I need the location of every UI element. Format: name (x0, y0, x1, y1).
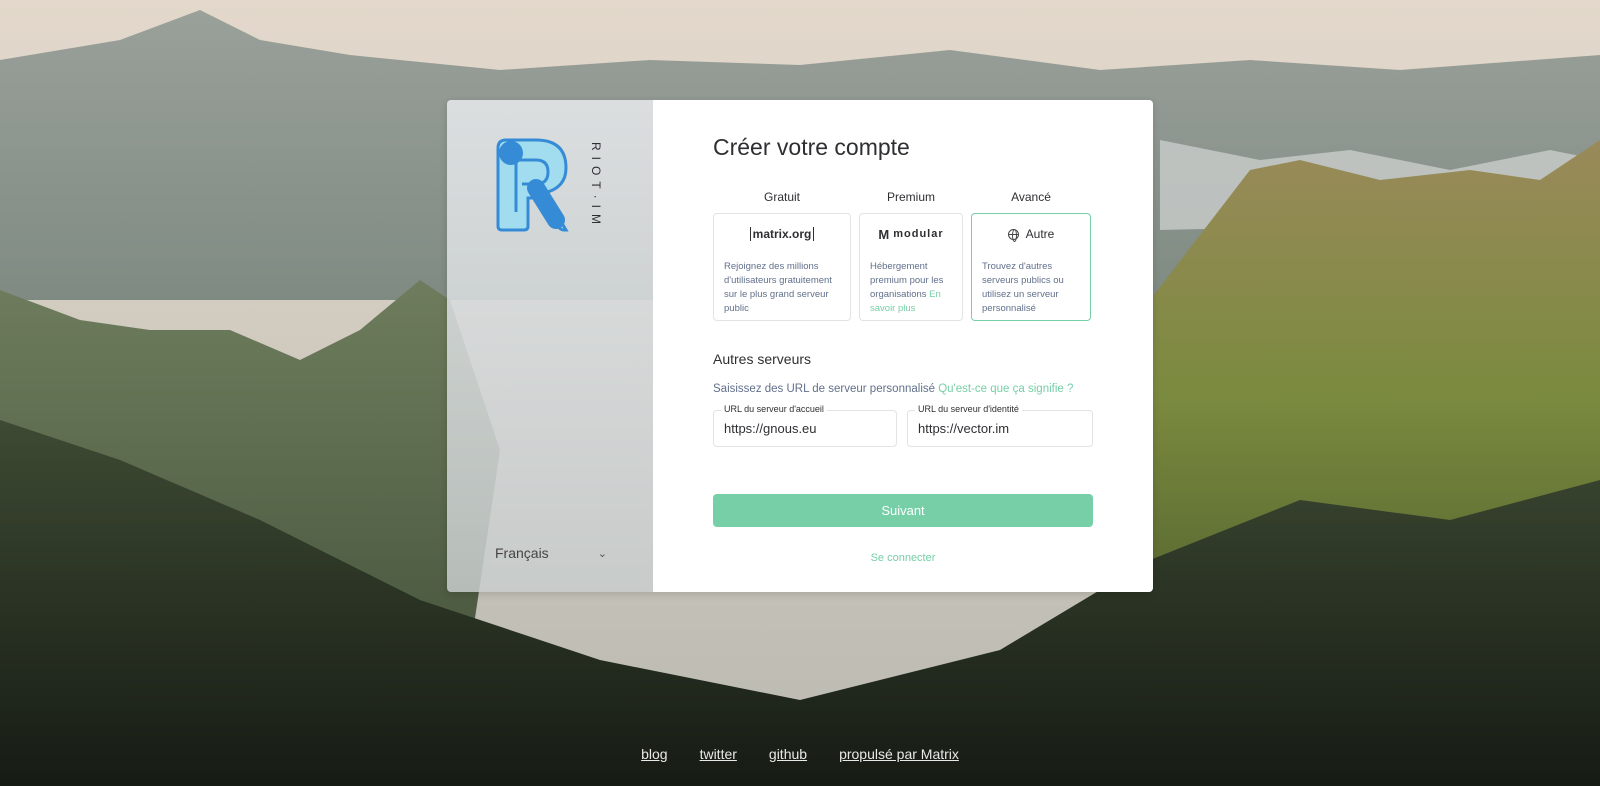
language-label: Français (495, 545, 549, 561)
plan-header-advanced: Avancé (1011, 190, 1051, 204)
modular-logo-text: modular (893, 228, 944, 240)
plan-header-premium: Premium (886, 190, 935, 204)
language-dropdown[interactable]: Français ⌄ (495, 540, 607, 566)
identity-url-field: URL du serveur d'identité (907, 404, 1093, 447)
next-button[interactable]: Suivant (713, 494, 1093, 527)
homeserver-url-label: URL du serveur d'accueil (721, 404, 827, 414)
globe-icon (1007, 228, 1019, 242)
footer-link-blog[interactable]: blog (641, 746, 667, 762)
card-sidebar: RIOT·IM Français ⌄ (447, 100, 653, 592)
plan-description: Trouvez d'autres serveurs publics ou uti… (982, 261, 1064, 314)
hint-text: Saisissez des URL de serveur personnalis… (713, 383, 936, 395)
footer-link-matrix[interactable]: propulsé par Matrix (839, 746, 959, 762)
card-main: Créer votre compte Gratuit Premium Avanc… (653, 100, 1153, 592)
modular-logo-icon: M (878, 226, 890, 242)
plan-modular[interactable]: M modular Hébergement premium pour les o… (859, 213, 963, 321)
matrix-logo-text: matrix.org (749, 227, 815, 241)
registration-card: RIOT·IM Français ⌄ Créer votre compte Gr… (447, 100, 1153, 592)
identity-url-input[interactable] (908, 411, 1092, 446)
page-title: Créer votre compte (713, 134, 910, 160)
what-does-this-mean-link[interactable]: Qu'est-ce que ça signifie ? (938, 383, 1073, 395)
plan-other[interactable]: Autre Trouvez d'autres serveurs publics … (971, 213, 1091, 321)
footer-link-twitter[interactable]: twitter (700, 746, 737, 762)
chevron-down-icon: ⌄ (597, 547, 607, 560)
section-title-other-servers: Autres serveurs (713, 351, 812, 367)
footer-link-github[interactable]: github (769, 746, 807, 762)
footer-links: blog twitter github propulsé par Matrix (0, 746, 1600, 762)
homeserver-url-input[interactable] (714, 411, 896, 446)
brand-vertical-text: RIOT·IM (589, 142, 603, 230)
plan-header-free: Gratuit (763, 190, 800, 204)
identity-url-label: URL du serveur d'identité (915, 404, 1022, 414)
plan-description: Rejoignez des millions d'utilisateurs gr… (724, 261, 832, 314)
homeserver-url-field: URL du serveur d'accueil (713, 404, 897, 447)
sign-in-link[interactable]: Se connecter (713, 552, 1093, 564)
riot-logo-icon: RIOT·IM (496, 138, 603, 232)
plan-matrix-org[interactable]: matrix.org Rejoignez des millions d'util… (713, 213, 851, 321)
other-label: Autre (1025, 227, 1055, 241)
